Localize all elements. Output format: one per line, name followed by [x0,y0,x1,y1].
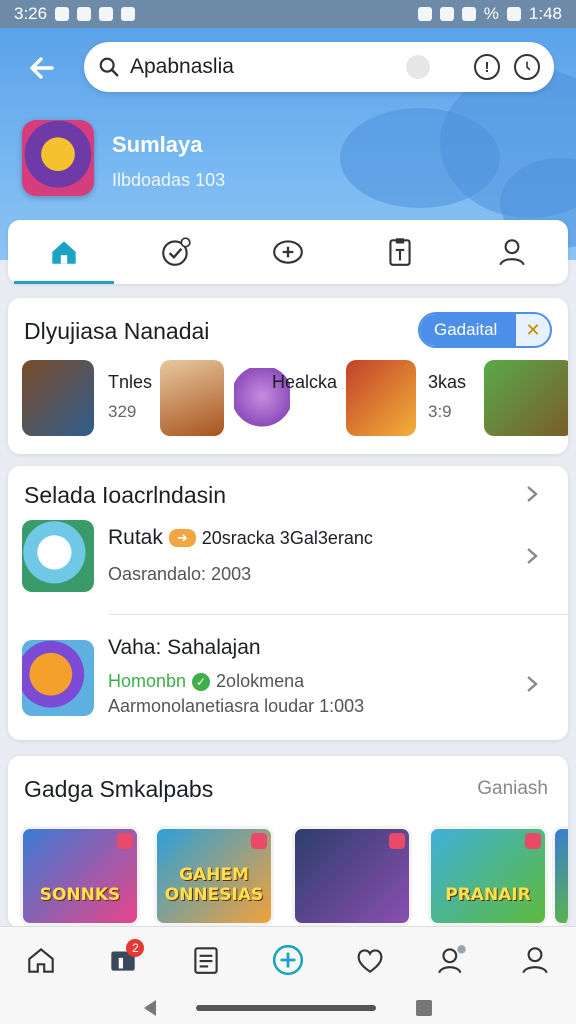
game-tile[interactable]: GAHEM ONNESIAS [154,826,274,926]
system-recents-button[interactable] [416,1000,432,1016]
info-icon[interactable]: ! [474,54,500,80]
clock-icon[interactable] [514,54,540,80]
divider [108,614,568,615]
nav-favorites[interactable] [343,933,397,987]
tab-home[interactable] [14,222,114,284]
nav-contacts[interactable] [426,933,480,987]
featured-item-count: 329 [108,402,137,421]
notification-icon [77,7,92,21]
tab-add[interactable] [258,222,318,282]
add-circle-icon [272,944,304,975]
ad-tag-icon [525,833,541,849]
chevron-right-icon [527,676,538,692]
search-bar[interactable]: Apabnaslia ! [84,42,554,92]
game-thumbnail[interactable] [160,360,224,436]
search-input[interactable]: Apabnaslia [130,55,406,79]
list-item-meta: Oasrandalo: 2003 [108,564,252,584]
app-subtitle: Ilbdoadas 103 [112,170,226,190]
battery-label: % [483,4,499,23]
app-thumbnail[interactable] [22,520,94,592]
status-time: 3:26 [14,4,48,23]
back-arrow-icon [30,57,54,79]
featured-item-label: Tnles [108,372,153,392]
arrow-badge-icon: ➜ [168,529,196,548]
home-icon [28,947,54,973]
list-item-status: Homonbn ✓ 2olokmena [108,671,305,692]
notification-badge: 2 [126,938,145,957]
signal-icon [461,7,476,21]
battery-icon [506,7,521,21]
clipboard-icon [389,238,411,266]
home-icon [52,241,76,264]
game-tile[interactable]: SONNKS [20,826,140,926]
tab-profile[interactable] [482,222,542,282]
heart-chat-icon [357,948,383,973]
system-back-button[interactable] [144,1000,156,1016]
ad-tag-icon [251,833,267,849]
featured-item-label: 3kas [428,372,467,392]
ad-tag-icon [389,833,405,849]
nav-documents[interactable] [179,933,233,987]
recommended-card: Selada Ioacrlndasin Rutak ➜ 20sracka 3Gal3… [8,466,568,740]
tab-clipboard[interactable] [370,222,430,282]
wifi-icon [439,7,454,21]
ad-tag-icon [117,833,133,849]
alarm-icon [417,7,432,21]
nav-home[interactable] [14,933,68,987]
system-nav-bar [0,992,576,1024]
chevron-right-icon [527,486,538,502]
back-button[interactable] [20,48,64,88]
featured-item-count: 3:9 [428,402,452,421]
app-thumbnail[interactable] [22,640,94,716]
check-badge-icon [162,237,191,266]
game-tile[interactable] [292,826,412,926]
check-icon: ✓ [192,673,211,692]
nav-profile[interactable] [508,933,562,987]
app-icon[interactable] [22,120,94,196]
nav-add[interactable] [261,933,315,987]
game-thumbnail[interactable] [346,360,416,436]
featured-title: Dlyujiasa Nanadai [24,318,210,344]
chevron-right-icon [527,548,538,564]
list-item-title: Vaha: Sahalajan [108,636,261,659]
status-bar: 3:26 % 1:48 [0,0,576,28]
search-icon [99,57,119,77]
game-thumbnail[interactable] [22,360,94,436]
voice-icon[interactable] [406,55,430,79]
games-see-all-link[interactable]: Ganiash [477,778,548,800]
list-item-meta: Aarmonolanetiasra loudar 1:003 [108,696,365,716]
game-tile[interactable]: PRANAIR [428,826,548,926]
close-x-icon[interactable]: ✕ [516,320,550,341]
nav-dashboard[interactable]: 2 [96,933,150,987]
notification-icon [99,7,114,21]
tab-verified[interactable] [146,222,206,282]
bottom-nav: 2 [0,926,576,992]
games-title: Gadga Smkalpabs [24,776,214,802]
list-item-title: Rutak ➜ 20sracka 3Gal3eranc [108,526,373,549]
profile-icon [522,946,548,973]
system-home-button[interactable] [196,1005,376,1011]
featured-card: Dlyujiasa Nanadai Gadaital ✕ Tnles 329 H… [8,298,568,454]
contacts-icon [437,944,466,973]
featured-action-button[interactable]: Gadaital ✕ [418,312,552,348]
recommended-title: Selada Ioacrlndasin [24,482,227,508]
featured-action-label: Gadaital [420,314,516,346]
profile-icon [499,239,525,266]
tab-bar [8,220,568,284]
add-circle-icon [273,240,303,264]
notification-icon [55,7,70,21]
status-clock: 1:48 [528,4,562,23]
notification-icon [121,7,136,21]
games-card: Gadga Smkalpabs Ganiash SONNKS GAHEM ONN… [8,756,568,928]
game-thumbnail[interactable] [484,360,568,436]
app-name: Sumlaya [112,132,203,157]
featured-item-label: Healcka [272,372,338,392]
document-icon [194,946,218,974]
game-tile[interactable] [552,826,568,926]
